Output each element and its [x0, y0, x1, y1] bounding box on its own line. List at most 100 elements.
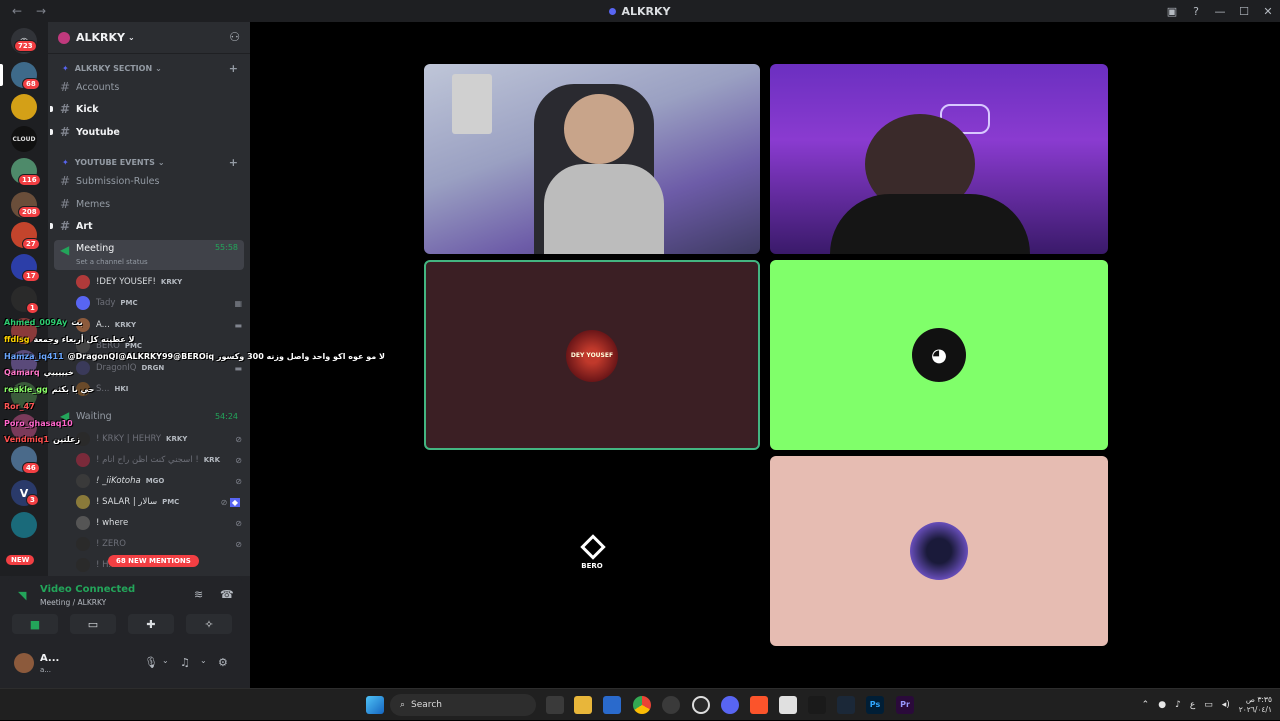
voice-status[interactable]: Video Connected — [40, 584, 135, 595]
voice-user[interactable]: ! _iiKotoha MGO ⊘ — [76, 471, 244, 491]
voice-user[interactable]: !DEY YOUSEF! KRKY — [76, 272, 244, 292]
chrome-icon[interactable] — [633, 696, 651, 714]
activities-button[interactable]: ✚ — [128, 614, 174, 634]
minimize-button[interactable]: — — [1208, 5, 1232, 18]
app-icon[interactable] — [662, 696, 680, 714]
clock[interactable]: ٣:٣٥ ص ٢٠٢٦/٠٤/١ — [1239, 695, 1272, 715]
discord-default-tile[interactable]: ◕ — [770, 260, 1108, 450]
server-icon[interactable] — [11, 318, 37, 344]
hash-icon: # — [60, 102, 71, 116]
discord-taskbar-icon[interactable] — [721, 696, 739, 714]
create-channel-icon[interactable]: + — [229, 156, 238, 169]
file-explorer-icon[interactable] — [574, 696, 592, 714]
settings-gear-icon[interactable]: ⚙ — [218, 656, 228, 669]
cloud-server-icon[interactable]: CLOUD — [11, 126, 37, 152]
server-header[interactable]: ALKRKY ⌄ ⚇ — [48, 22, 250, 54]
server-icon[interactable] — [11, 414, 37, 440]
unread-indicator — [50, 223, 53, 229]
person-body — [544, 164, 664, 254]
screen-share-button[interactable]: ▭ — [70, 614, 116, 634]
chevron-down-icon[interactable]: ⌄ — [162, 656, 169, 665]
add-member-icon[interactable]: ⚇ — [229, 30, 240, 44]
activities-icon: ✚ — [146, 617, 156, 631]
category-youtube-events[interactable]: ✦ YOUTUBE EVENTS ⌄ + — [48, 154, 250, 170]
deafened-icon: ⊘ — [235, 539, 242, 549]
signal-icon: ◥ — [18, 589, 27, 602]
steam-icon[interactable] — [837, 696, 855, 714]
premiere-icon[interactable]: Pr — [896, 696, 914, 714]
channel-status[interactable]: Set a channel status — [76, 258, 148, 266]
avatar — [76, 382, 90, 396]
taskbar-search[interactable]: ⌕ Search — [390, 694, 536, 716]
stream-right-webcam[interactable] — [770, 64, 1108, 254]
obs-icon[interactable] — [692, 696, 710, 714]
deafened-icon: ⊘ — [235, 476, 242, 486]
soundboard-button[interactable]: ✧ — [186, 614, 232, 634]
voice-user[interactable]: S... HKI — [76, 379, 244, 399]
voice-user[interactable]: DragonIQ DRGN ▬ — [76, 358, 244, 378]
capcut-icon[interactable] — [808, 696, 826, 714]
voice-location[interactable]: Meeting / ALKRKY — [40, 598, 106, 607]
windows-start-icon[interactable] — [366, 696, 384, 714]
task-view-icon[interactable] — [546, 696, 564, 714]
bero-tile[interactable]: BERO — [424, 456, 760, 646]
channel-kick[interactable]: # Kick — [50, 99, 244, 119]
camera-icon: ■ — [29, 617, 41, 631]
voice-user[interactable]: ! where ⊘ — [76, 513, 244, 533]
headphones-icon[interactable]: ♫ — [180, 656, 190, 669]
voice-user[interactable]: Tady PMC ▦ — [76, 293, 244, 313]
voice-channel-waiting[interactable]: ◀ Waiting 54:24 — [54, 406, 244, 426]
voice-user[interactable]: ! ZERO ⊘ — [76, 534, 244, 554]
server-badge: 3 — [26, 494, 39, 506]
network-icon[interactable]: ▭ — [1204, 700, 1213, 710]
voice-user[interactable]: A... KRKY ▬ — [76, 315, 244, 335]
stream-left-webcam[interactable] — [424, 64, 760, 254]
voice-user[interactable]: ! اسجني كنت اظن راح انام ! KRK ⊘ — [76, 450, 244, 470]
channel-youtube[interactable]: # Youtube — [50, 122, 244, 142]
avatar — [76, 361, 90, 375]
channel-memes[interactable]: # Memes — [54, 194, 244, 214]
brave-icon[interactable] — [750, 696, 768, 714]
noise-suppression-icon[interactable]: ≋ — [194, 588, 203, 601]
close-button[interactable]: ✕ — [1256, 5, 1280, 18]
channel-accounts[interactable]: # Accounts — [54, 77, 244, 97]
channel-art[interactable]: # Art — [50, 216, 244, 236]
voice-connection-panel: ◥ Video Connected Meeting / ALKRKY ≋ ☎ ■… — [8, 576, 242, 640]
deafened-icon: ⊘ — [235, 434, 242, 444]
server-icon[interactable] — [11, 382, 37, 408]
avatar[interactable] — [14, 653, 34, 673]
voice-user[interactable]: ! SALAR | سالار PMC ⊘ ◆ — [76, 492, 244, 512]
tray-app-icon[interactable]: ● — [1158, 700, 1166, 710]
microphone-icon[interactable]: 🎙︎ — [144, 656, 158, 669]
username[interactable]: A... — [40, 653, 59, 664]
chevron-up-icon[interactable]: ⌃ — [1142, 700, 1150, 710]
language-indicator[interactable]: ع — [1190, 700, 1195, 710]
chevron-down-icon[interactable]: ⌄ — [200, 656, 207, 665]
voice-user[interactable]: BERO PMC — [76, 336, 244, 356]
voice-user[interactable]: ! KRKY | HEHRY KRKY ⊘ — [76, 429, 244, 449]
inbox-icon[interactable]: ▣ — [1160, 5, 1184, 18]
server-icon[interactable] — [11, 94, 37, 120]
server-icon[interactable] — [11, 350, 37, 376]
category-alkrky-section[interactable]: ✦ ALKRKY SECTION ⌄ + — [48, 60, 250, 76]
server-icon[interactable] — [11, 512, 37, 538]
voice-channel-meeting[interactable]: ◀ Meeting 55:58 Set a channel status — [54, 240, 244, 270]
camera-button[interactable]: ■ — [12, 614, 58, 634]
user-panel: A... a... 🎙︎ ⌄ ♫ ⌄ ⚙ — [0, 640, 250, 688]
volume-icon[interactable]: ◂) — [1222, 700, 1230, 710]
screen-share-icon: ▭ — [87, 617, 99, 631]
maximize-button[interactable]: ☐ — [1232, 5, 1256, 18]
channel-submission-rules[interactable]: # Submission-Rules — [54, 171, 244, 191]
create-channel-icon[interactable]: + — [229, 62, 238, 75]
photoshop-icon[interactable]: Ps — [866, 696, 884, 714]
store-icon[interactable] — [603, 696, 621, 714]
anime-avatar-tile[interactable] — [770, 456, 1108, 646]
avatar — [76, 558, 90, 572]
microphone-icon[interactable]: ♪ — [1175, 700, 1181, 710]
dey-yousef-tile[interactable]: DEY YOUSEF — [424, 260, 760, 450]
server-badge: 27 — [22, 238, 40, 250]
app-icon[interactable] — [779, 696, 797, 714]
help-icon[interactable]: ? — [1184, 5, 1208, 18]
new-mentions-badge[interactable]: 68 NEW MENTIONS — [108, 555, 199, 567]
disconnect-icon[interactable]: ☎ — [220, 588, 234, 601]
